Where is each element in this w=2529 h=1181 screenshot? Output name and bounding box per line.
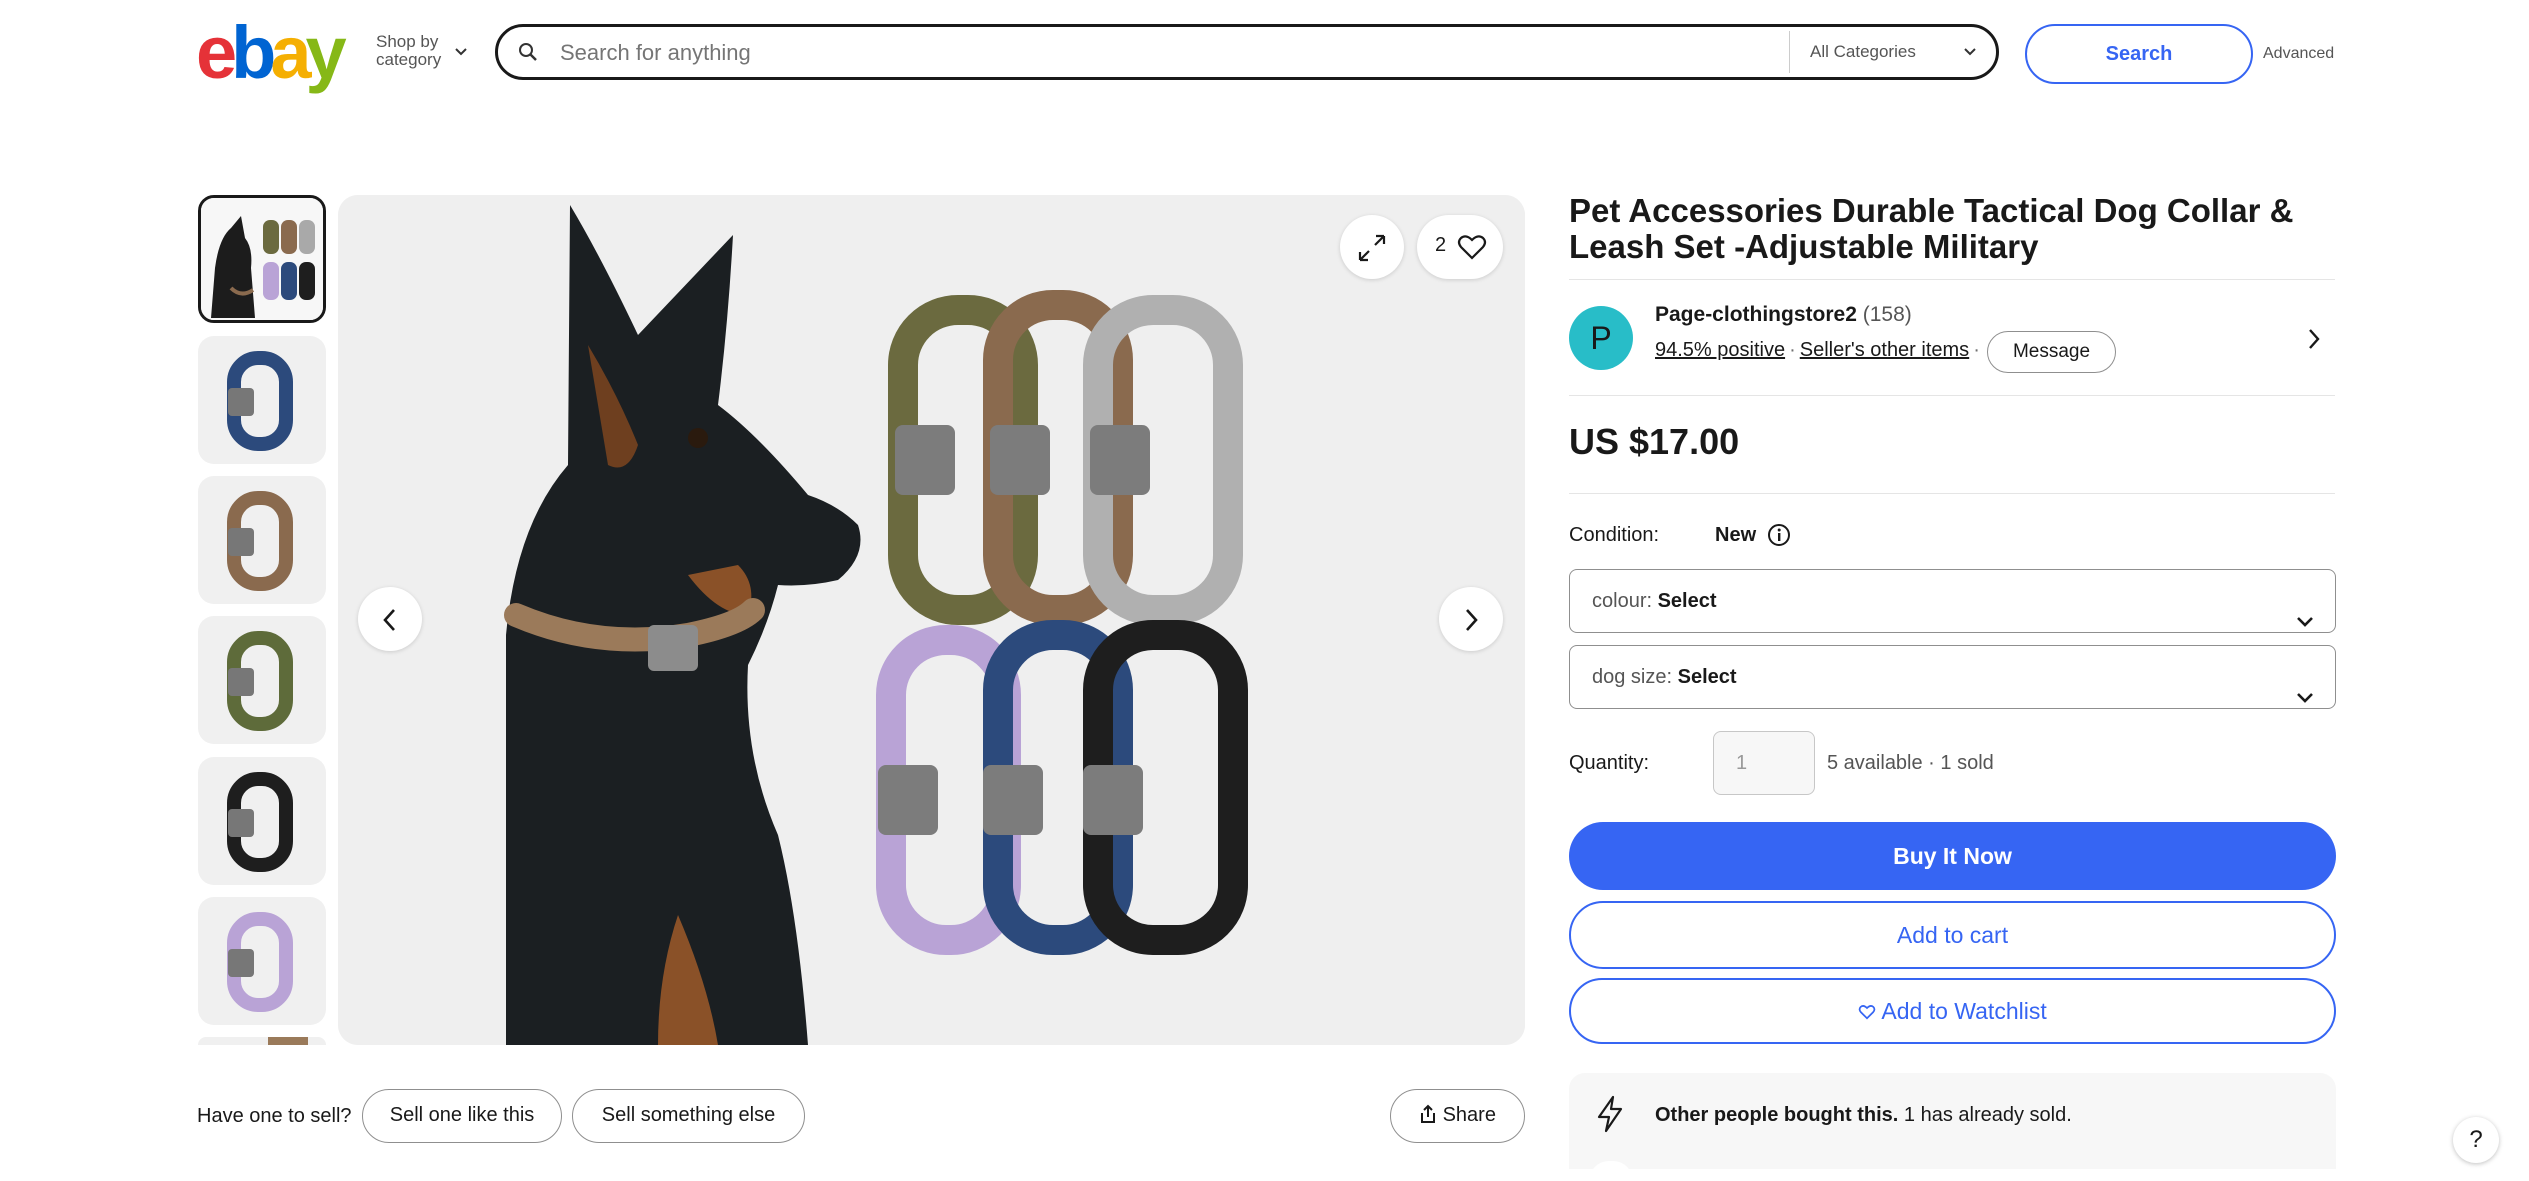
colour-select[interactable]: colour: Select — [1569, 569, 2336, 633]
social-proof-bold: Other people bought this. — [1655, 1104, 1899, 1126]
add-to-watchlist-label: Add to Watchlist — [1881, 998, 2047, 1024]
sell-one-like-this-button[interactable]: Sell one like this — [362, 1089, 562, 1143]
watchers-button[interactable]: 2 — [1417, 215, 1503, 279]
quantity-input[interactable]: 1 — [1713, 731, 1815, 795]
seller-links: 94.5% positive · Seller's other items · — [1655, 339, 1984, 362]
colour-select-value: Select — [1657, 590, 1717, 612]
seller-details-chevron-icon[interactable] — [2305, 325, 2323, 358]
buy-it-now-button[interactable]: Buy It Now — [1569, 822, 2336, 890]
seller-name-line: Page-clothingstore2 (158) — [1655, 303, 1912, 327]
shop-by-label: Shop by — [376, 32, 439, 51]
seller-positive-feedback-link[interactable]: 94.5% positive — [1655, 339, 1785, 361]
add-to-watchlist-button[interactable]: Add to Watchlist — [1569, 978, 2336, 1044]
dog-size-select-value: Select — [1677, 666, 1737, 688]
secondary-icon-circle — [1589, 1161, 1633, 1181]
category-label: category — [376, 50, 442, 69]
dog-size-select-label: dog size: — [1592, 666, 1673, 688]
social-proof-banner: Other people bought this. 1 has already … — [1569, 1073, 2336, 1181]
watchers-count: 2 — [1435, 234, 1447, 256]
chevron-right-icon — [1461, 602, 1481, 635]
share-label: Share — [1442, 1104, 1496, 1126]
chevron-left-icon — [380, 602, 400, 635]
availability-text: 5 available · 1 sold — [1827, 752, 1994, 774]
seller-other-items-link[interactable]: Seller's other items — [1800, 339, 1969, 361]
colour-select-label: colour: — [1592, 590, 1653, 612]
heart-icon — [1457, 233, 1487, 266]
quantity-label: Quantity: — [1569, 752, 1650, 774]
chevron-down-icon — [454, 43, 468, 61]
divider — [1569, 493, 2335, 494]
share-icon — [1419, 1104, 1443, 1126]
have-one-to-sell-label: Have one to sell? — [197, 1105, 352, 1127]
main-product-image[interactable] — [338, 195, 1525, 1045]
condition-label: Condition: — [1569, 524, 1660, 546]
chevron-down-icon — [1963, 31, 1977, 89]
add-to-cart-button[interactable]: Add to cart — [1569, 901, 2336, 969]
info-icon[interactable] — [1767, 523, 1791, 552]
sell-something-else-button[interactable]: Sell something else — [572, 1089, 805, 1143]
thumbnail-6[interactable] — [198, 897, 326, 1025]
category-select[interactable]: All Categories — [1789, 31, 1999, 73]
product-title: Pet Accessories Durable Tactical Dog Col… — [1569, 192, 2294, 265]
divider — [1569, 395, 2335, 396]
expand-image-button[interactable] — [1340, 215, 1404, 279]
dog-size-select[interactable]: dog size: Select — [1569, 645, 2336, 709]
share-button[interactable]: Share — [1390, 1089, 1525, 1143]
search-input[interactable] — [558, 37, 1662, 69]
social-proof-rest: 1 has already sold. — [1903, 1104, 2072, 1126]
lightning-icon — [1595, 1095, 1625, 1138]
message-seller-button[interactable]: Message — [1987, 331, 2116, 373]
next-image-button[interactable] — [1439, 587, 1503, 651]
previous-image-button[interactable] — [358, 587, 422, 651]
search-icon — [518, 42, 538, 67]
ebay-logo[interactable]: ebay — [196, 16, 347, 90]
seller-feedback-count[interactable]: (158) — [1863, 303, 1912, 326]
help-button[interactable]: ? — [2453, 1117, 2499, 1163]
separator: · — [1789, 339, 1796, 361]
thumbnail-5[interactable] — [198, 757, 326, 885]
seller-avatar[interactable]: P — [1569, 306, 1633, 370]
condition-value: New — [1715, 524, 1757, 546]
seller-name[interactable]: Page-clothingstore2 — [1655, 303, 1857, 326]
separator: · — [1973, 339, 1980, 361]
thumbnail-1[interactable] — [198, 195, 326, 323]
social-proof-text: Other people bought this. 1 has already … — [1655, 1104, 2072, 1127]
chevron-down-icon — [2295, 668, 2315, 730]
shop-by-category-button[interactable]: Shop by category — [376, 32, 467, 69]
search-bar: All Categories — [495, 24, 1999, 80]
expand-icon — [1356, 230, 1388, 263]
thumbnail-7[interactable] — [198, 1037, 326, 1045]
advanced-search-link[interactable]: Advanced — [2263, 45, 2334, 63]
divider — [1569, 279, 2335, 280]
search-button[interactable]: Search — [2025, 24, 2253, 84]
price: US $17.00 — [1569, 421, 1740, 462]
thumbnail-4[interactable] — [198, 616, 326, 744]
thumbnail-2[interactable] — [198, 336, 326, 464]
heart-icon — [1858, 998, 1881, 1024]
thumbnail-3[interactable] — [198, 476, 326, 604]
category-select-value: All Categories — [1810, 42, 1916, 61]
